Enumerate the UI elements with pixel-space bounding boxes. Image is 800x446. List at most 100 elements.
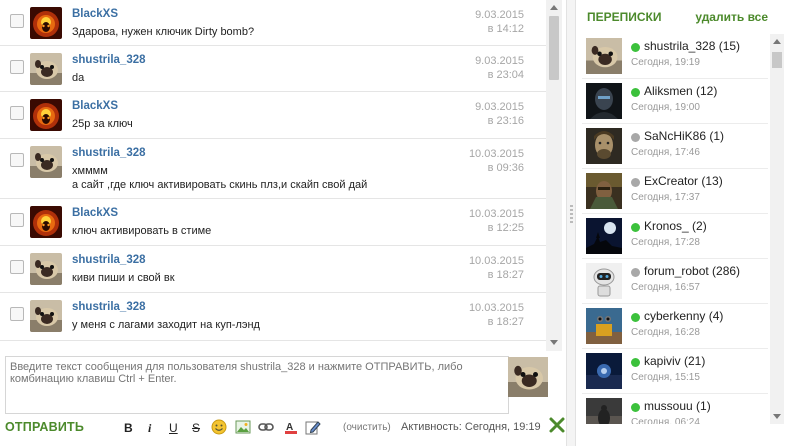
conversation-item[interactable]: SaNcHiK86 (1) Сегодня, 17:46 <box>582 124 768 169</box>
clear-link[interactable]: (очистить) <box>343 422 391 433</box>
sender-avatar[interactable] <box>30 300 62 332</box>
send-button[interactable]: ОТПРАВИТЬ <box>5 420 84 434</box>
scroll-down-arrow-icon[interactable] <box>550 340 558 345</box>
sender-avatar[interactable] <box>30 253 62 285</box>
panel-divider[interactable] <box>566 0 576 446</box>
conversation-time: Сегодня, 16:28 <box>631 327 700 338</box>
edit-icon[interactable] <box>305 419 321 438</box>
conversation-time: Сегодня, 15:15 <box>631 372 700 383</box>
conversation-scrollbar[interactable] <box>770 34 784 424</box>
conversation-name[interactable]: forum_robot (286) <box>644 264 740 278</box>
conversation-avatar[interactable] <box>586 128 622 164</box>
message-scrollbar[interactable] <box>546 0 562 351</box>
scroll-up-arrow-icon[interactable] <box>550 5 558 10</box>
strike-button[interactable]: S <box>192 421 200 435</box>
conversation-avatar[interactable] <box>586 308 622 344</box>
sender-avatar[interactable] <box>30 53 62 85</box>
conversation-item[interactable]: Kronos_ (2) Сегодня, 17:28 <box>582 214 768 259</box>
conversation-time: Сегодня, 19:00 <box>631 102 700 113</box>
message-checkbox[interactable] <box>10 60 24 74</box>
link-icon[interactable] <box>258 419 274 438</box>
scroll-thumb[interactable] <box>549 16 559 80</box>
conversation-avatar[interactable] <box>586 353 622 389</box>
conversation-item[interactable]: shustrila_328 (15) Сегодня, 19:19 <box>582 34 768 79</box>
conversation-avatar[interactable] <box>586 263 622 299</box>
conversation-item[interactable]: ExCreator (13) Сегодня, 17:37 <box>582 169 768 214</box>
sender-name[interactable]: BlackXS <box>72 100 118 112</box>
sender-avatar[interactable] <box>30 206 62 238</box>
sender-name[interactable]: shustrila_328 <box>72 301 146 313</box>
conversation-avatar[interactable] <box>586 38 622 74</box>
message-date: 9.03.2015 <box>475 9 524 21</box>
conversation-avatar[interactable] <box>586 218 622 254</box>
message-date: 9.03.2015 <box>475 55 524 67</box>
message-checkbox[interactable] <box>10 213 24 227</box>
sender-name[interactable]: BlackXS <box>72 207 118 219</box>
message-checkbox[interactable] <box>10 153 24 167</box>
italic-button[interactable]: i <box>148 421 151 436</box>
message-row: shustrila_328 da 9.03.2015 в 23:04 <box>0 46 546 92</box>
status-dot-icon <box>631 88 640 97</box>
message-row: BlackXS 25р за ключ 9.03.2015 в 23:16 <box>0 92 546 139</box>
message-checkbox[interactable] <box>10 14 24 28</box>
message-date: 10.03.2015 <box>468 255 524 267</box>
message-date: 9.03.2015 <box>475 101 524 113</box>
conversation-name[interactable]: Kronos_ (2) <box>644 219 707 233</box>
conversation-name[interactable]: cyberkenny (4) <box>644 309 723 323</box>
conversations-title: ПЕРЕПИСКИ <box>587 10 662 24</box>
message-date: 10.03.2015 <box>468 148 524 160</box>
close-icon[interactable] <box>548 416 566 434</box>
font-color-icon[interactable]: A <box>283 419 299 438</box>
conversation-name[interactable]: shustrila_328 (15) <box>644 39 740 53</box>
message-checkbox[interactable] <box>10 260 24 274</box>
recipient-avatar <box>508 357 548 397</box>
message-time: в 14:12 <box>487 23 524 35</box>
conversation-avatar[interactable] <box>586 173 622 209</box>
message-time: в 12:25 <box>487 222 524 234</box>
sender-avatar[interactable] <box>30 99 62 131</box>
conversation-time: Сегодня, 16:57 <box>631 282 700 293</box>
sender-avatar[interactable] <box>30 7 62 39</box>
conversation-avatar[interactable] <box>586 83 622 119</box>
conversation-avatar[interactable] <box>586 398 622 424</box>
conversation-time: Сегодня, 19:19 <box>631 57 700 68</box>
scroll-thumb[interactable] <box>772 52 782 68</box>
conversation-item[interactable]: forum_robot (286) Сегодня, 16:57 <box>582 259 768 304</box>
conversation-name[interactable]: kapiviv (21) <box>644 354 705 368</box>
messenger-window: BlackXS Здарова, нужен ключик Dirty bomb?… <box>0 0 800 446</box>
message-row <box>0 341 546 351</box>
conversation-item[interactable]: mussouu (1) Сегодня, 06:24 <box>582 394 768 424</box>
sender-name[interactable]: shustrila_328 <box>72 54 146 66</box>
status-dot-icon <box>631 268 640 277</box>
sender-name[interactable]: shustrila_328 <box>72 254 146 266</box>
conversation-name[interactable]: SaNcHiK86 (1) <box>644 129 724 143</box>
conversation-item[interactable]: Aliksmen (12) Сегодня, 19:00 <box>582 79 768 124</box>
compose-toolbar: ОТПРАВИТЬ B i U S A (очистить) Активност… <box>0 414 572 442</box>
message-checkbox[interactable] <box>10 106 24 120</box>
conversation-item[interactable]: cyberkenny (4) Сегодня, 16:28 <box>582 304 768 349</box>
scroll-up-arrow-icon[interactable] <box>773 39 781 44</box>
message-text: киви пиши и свой вк <box>72 272 175 284</box>
message-time: в 23:16 <box>487 115 524 127</box>
message-input[interactable] <box>6 357 504 409</box>
conversation-time: Сегодня, 06:24 <box>631 417 700 424</box>
sender-avatar[interactable] <box>30 146 62 178</box>
conversation-name[interactable]: Aliksmen (12) <box>644 84 717 98</box>
underline-button[interactable]: U <box>169 421 178 435</box>
conversation-name[interactable]: ExCreator (13) <box>644 174 723 188</box>
scroll-down-arrow-icon[interactable] <box>773 414 781 419</box>
divider-grip-icon[interactable] <box>570 205 573 225</box>
message-checkbox[interactable] <box>10 307 24 321</box>
sender-name[interactable]: BlackXS <box>72 8 118 20</box>
status-dot-icon <box>631 43 640 52</box>
bold-button[interactable]: B <box>124 421 133 435</box>
delete-all-link[interactable]: удалить все <box>695 10 768 24</box>
smiley-icon[interactable] <box>211 419 227 438</box>
conversation-time: Сегодня, 17:37 <box>631 192 700 203</box>
image-icon[interactable] <box>235 419 251 438</box>
conversation-item[interactable]: kapiviv (21) Сегодня, 15:15 <box>582 349 768 394</box>
sender-name[interactable]: shustrila_328 <box>72 147 146 159</box>
conversation-name[interactable]: mussouu (1) <box>644 399 711 413</box>
message-list: BlackXS Здарова, нужен ключик Dirty bomb?… <box>0 0 547 351</box>
message-compose-box[interactable] <box>5 356 509 414</box>
